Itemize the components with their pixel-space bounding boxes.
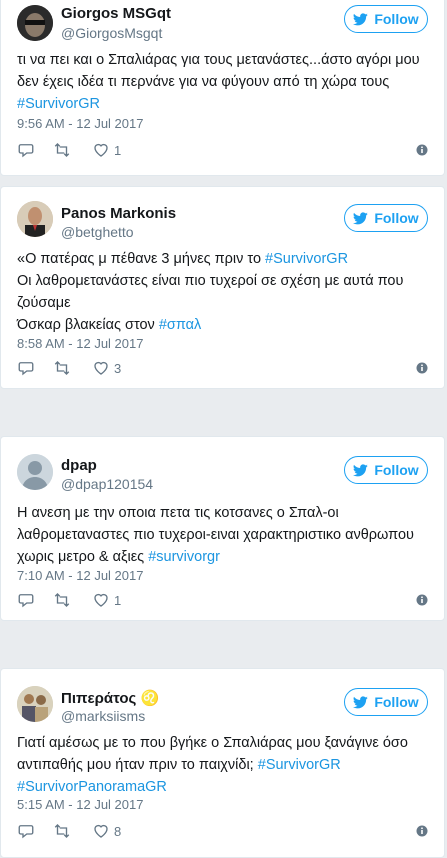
tweet-card: Giorgos MSGqt @GiorgosMsgqt Follow τι να… [0,0,445,176]
avatar[interactable] [17,454,53,490]
hashtag-link[interactable]: #SurvivorPanoramaGR [17,776,430,798]
tweet-card: Panos Markonis @betghetto Follow «Ο πατέ… [0,186,445,389]
tweet-actions: 1 [17,141,428,161]
timestamp[interactable]: 8:58 AM - 12 Jul 2017 [17,336,143,351]
like-button[interactable]: 1 [92,591,121,609]
follow-button[interactable]: Follow [344,5,428,33]
info-icon[interactable] [416,594,428,606]
tweet-text: «Ο πατέρας μ πέθανε 3 μήνες πριν το #Sur… [17,248,430,336]
reply-button[interactable] [17,591,35,609]
tweet-card: Πιπεράτος ♌ @marksiisms Follow Γιατί αμέ… [0,668,445,858]
heart-icon [94,824,108,838]
follow-label: Follow [374,11,419,27]
display-name[interactable]: Panos Markonis [61,205,176,222]
follow-button[interactable]: Follow [344,204,428,232]
tweet-line: Γιατί αμέσως με το που βγήκε ο Σπαλιάρας… [17,735,408,751]
tweet-text-span: Όσκαρ βλακείας στον [17,317,159,333]
like-count: 3 [114,360,122,376]
twitter-bird-icon [353,463,369,476]
tweet-line: «Ο πατέρας μ πέθανε 3 μήνες πριν το #Sur… [17,248,430,270]
user-handle[interactable]: @marksiisms [61,708,145,724]
tweet-text-span: αντιπαθής μου ήταν πριν το παιχνίδι; [17,757,258,773]
display-name[interactable]: dpap [61,457,97,474]
like-button[interactable]: 3 [92,359,121,377]
follow-label: Follow [374,694,419,710]
follow-button[interactable]: Follow [344,688,428,716]
avatar[interactable] [17,686,53,722]
tweet-actions: 3 [17,359,428,379]
hashtag-link[interactable]: #SurvivorGR [258,757,341,773]
tweet-card: dpap @dpap120154 Follow Η ανεση με την ο… [0,436,445,621]
tweet-text: Η ανεση με την οποια πετα τις κοτσανες ο… [17,502,430,568]
tweet-text-span: «Ο πατέρας μ πέθανε 3 μήνες πριν το [17,251,266,267]
timestamp[interactable]: 9:56 AM - 12 Jul 2017 [17,116,143,131]
tweet-line: Η ανεση με την οποια πετα τις κοτσανες ο… [17,505,339,521]
tweet-line: αντιπαθής μου ήταν πριν το παιχνίδι; #Su… [17,754,430,776]
reply-button[interactable] [17,359,35,377]
retweet-icon [54,361,70,375]
tweet-line: Οι λαθρομετανάστες είναι πιο τυχεροί σε … [17,273,404,289]
hashtag-link[interactable]: #σπαλ [159,317,201,333]
like-count: 8 [114,823,122,839]
tweet-actions: 8 [17,822,428,842]
info-icon[interactable] [416,144,428,156]
reply-icon [18,825,34,839]
tweet-line: τι να πει και ο Σπαλιάρας για τους μεταν… [17,52,420,68]
retweet-button[interactable] [53,141,71,159]
tweet-actions: 1 [17,591,428,611]
tweet-line: χωρις μετρο & αξιες #survivorgr [17,546,430,568]
reply-button[interactable] [17,141,35,159]
heart-icon [94,593,108,607]
retweet-icon [54,593,70,607]
retweet-button[interactable] [53,822,71,840]
info-icon[interactable] [416,362,428,374]
like-count: 1 [114,592,122,608]
tweet-line: ζούσαμε [17,295,71,311]
like-button[interactable]: 8 [92,822,121,840]
retweet-icon [54,824,70,838]
twitter-bird-icon [353,12,369,25]
reply-icon [18,594,34,608]
tweet-line: δεν έχεις ιδέα τι περνάνε για να φύγουν … [17,74,390,90]
tweet-text-span: χωρις μετρο & αξιες [17,549,149,565]
hashtag-link[interactable]: #SurvivorGR [17,93,430,115]
like-button[interactable]: 1 [92,141,121,159]
avatar[interactable] [17,201,53,237]
reply-icon [18,362,34,376]
user-handle[interactable]: @dpap120154 [61,476,153,492]
display-name[interactable]: Πιπεράτος ♌ [61,689,159,707]
tweet-text: Γιατί αμέσως με το που βγήκε ο Σπαλιάρας… [17,732,430,798]
twitter-bird-icon [353,695,369,708]
default-avatar-icon [17,454,53,490]
hashtag-link[interactable]: #SurvivorGR [265,251,348,267]
like-count: 1 [114,142,122,158]
retweet-button[interactable] [53,591,71,609]
display-name[interactable]: Giorgos MSGqt [61,5,171,22]
retweet-button[interactable] [53,359,71,377]
follow-label: Follow [374,210,419,226]
heart-icon [94,143,108,157]
follow-button[interactable]: Follow [344,456,428,484]
tweet-line: Όσκαρ βλακείας στον #σπαλ [17,314,430,336]
tweet-line: λαθρομεταναστες πιο τυχεροι-ειναι χαρακτ… [17,527,414,543]
timestamp[interactable]: 5:15 AM - 12 Jul 2017 [17,797,143,812]
user-handle[interactable]: @betghetto [61,224,134,240]
hashtag-link[interactable]: #survivorgr [148,549,220,565]
heart-icon [94,361,108,375]
reply-icon [18,144,34,158]
tweet-text: τι να πει και ο Σπαλιάρας για τους μεταν… [17,49,430,115]
retweet-icon [54,143,70,157]
info-icon[interactable] [416,825,428,837]
reply-button[interactable] [17,822,35,840]
avatar[interactable] [17,5,53,41]
user-handle[interactable]: @GiorgosMsgqt [61,25,162,41]
follow-label: Follow [374,462,419,478]
twitter-bird-icon [353,211,369,224]
timestamp[interactable]: 7:10 AM - 12 Jul 2017 [17,568,143,583]
